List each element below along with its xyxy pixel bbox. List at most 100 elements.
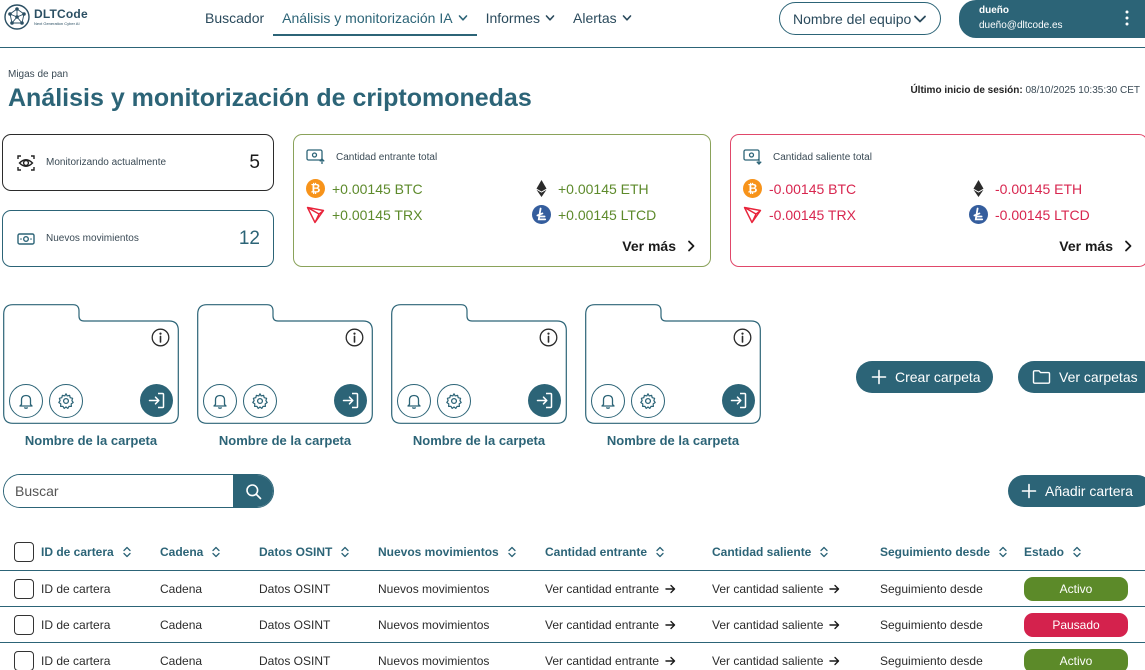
column-header[interactable]: Cadena [160, 533, 221, 570]
sort-icon[interactable] [341, 546, 349, 558]
folder-open-button[interactable] [334, 384, 367, 417]
table-row[interactable]: ID de cartera Cadena Datos OSINT Nuevos mov… [0, 607, 1145, 643]
see-more-label: Ver más [622, 238, 676, 254]
view-outgoing-link[interactable]: Ver cantidad saliente [712, 643, 840, 670]
user-email: dueño@dltcode.es [979, 20, 1063, 31]
outgoing-total-label: Cantidad saliente total [773, 151, 872, 163]
column-header[interactable]: Cantidad entrante [545, 533, 664, 570]
folder-alerts-button[interactable] [397, 384, 431, 418]
create-folder-button[interactable]: Crear carpeta [856, 361, 993, 393]
folder-card[interactable]: Nombre de la carpeta [3, 304, 179, 449]
sort-icon[interactable] [999, 546, 1007, 558]
folder-open-button[interactable] [722, 384, 755, 417]
cell-chain: Cadena [160, 617, 203, 632]
add-wallet-button[interactable]: Añadir cartera [1008, 475, 1145, 507]
cell-movements: Nuevos movimientos [378, 617, 490, 632]
sort-icon[interactable] [1073, 546, 1081, 558]
link-label: Ver cantidad saliente [712, 653, 824, 668]
create-folder-label: Crear carpeta [895, 369, 981, 385]
row-checkbox[interactable] [14, 579, 34, 599]
outgoing-see-more-link[interactable]: Ver más [1059, 238, 1133, 254]
folder-card[interactable]: Nombre de la carpeta [585, 304, 761, 449]
folder-card[interactable]: Nombre de la carpeta [197, 304, 373, 449]
view-folders-button[interactable]: Ver carpetas [1018, 361, 1145, 393]
chevron-down-icon [622, 15, 631, 21]
column-header[interactable]: Nuevos movimientos [378, 533, 516, 570]
row-checkbox[interactable] [14, 615, 34, 635]
link-label: Ver cantidad entrante [545, 653, 660, 668]
dltcode-logo[interactable]: DLTCode Next Generation Cyber AI [3, 3, 88, 31]
outgoing-coin-ethereum: -0.00145 ETH [969, 179, 1082, 198]
column-header[interactable]: Datos OSINT [259, 533, 349, 570]
folder-alerts-button[interactable] [591, 384, 625, 418]
incoming-see-more-link[interactable]: Ver más [622, 238, 696, 254]
nav-item-1[interactable]: Análisis y monitorización IA [273, 0, 477, 36]
view-outgoing-link[interactable]: Ver cantidad saliente [712, 607, 840, 642]
coin-amount: +0.00145 TRX [332, 206, 423, 223]
info-icon[interactable] [539, 328, 558, 347]
status-badge: Activo [1024, 649, 1128, 670]
nav-item-3[interactable]: Alertas [564, 0, 641, 36]
view-incoming-link[interactable]: Ver cantidad entrante [545, 607, 676, 642]
user-name: dueño [979, 5, 1009, 16]
bitcoin-icon: ₿ [743, 179, 762, 198]
outgoing-coin-tron: -0.00145 TRX [743, 205, 856, 224]
column-header[interactable]: Seguimiento desde [880, 533, 1007, 570]
column-header-label: Cadena [160, 544, 204, 559]
column-header[interactable]: Cantidad saliente [712, 533, 829, 570]
incoming-coin-litecoin: +0.00145 LTCD [532, 205, 656, 224]
page-title: Análisis y monitorización de criptomoned… [8, 84, 532, 112]
table-row[interactable]: ID de cartera Cadena Datos OSINT Nuevos mov… [0, 643, 1145, 670]
sort-icon[interactable] [820, 546, 829, 558]
sort-icon[interactable] [212, 546, 221, 558]
folder-name[interactable]: Nombre de la carpeta [391, 433, 567, 448]
search-input[interactable] [4, 475, 233, 507]
view-folders-label: Ver carpetas [1059, 369, 1138, 385]
sort-icon[interactable] [656, 546, 664, 558]
info-icon[interactable] [733, 328, 752, 347]
folder-card[interactable]: Nombre de la carpeta [391, 304, 567, 449]
folder-alerts-button[interactable] [9, 384, 43, 418]
nav-item-2[interactable]: Informes [477, 0, 564, 36]
outgoing-coin-bitcoin: ₿ -0.00145 BTC [743, 179, 856, 198]
sort-icon[interactable] [508, 546, 516, 558]
folder-open-button[interactable] [140, 384, 173, 417]
folder-name[interactable]: Nombre de la carpeta [197, 433, 373, 448]
folder-settings-button[interactable] [49, 384, 83, 418]
bell-icon [407, 394, 421, 409]
view-outgoing-link[interactable]: Ver cantidad saliente [712, 571, 840, 606]
status-badge: Activo [1024, 577, 1128, 601]
view-incoming-link[interactable]: Ver cantidad entrante [545, 643, 676, 670]
table-row[interactable]: ID de cartera Cadena Datos OSINT Nuevos mov… [0, 571, 1145, 607]
view-incoming-link[interactable]: Ver cantidad entrante [545, 571, 676, 606]
team-select[interactable]: Nombre del equipo [779, 2, 941, 35]
info-icon[interactable] [151, 328, 170, 347]
folder-alerts-button[interactable] [203, 384, 237, 418]
row-checkbox[interactable] [14, 651, 34, 670]
incoming-total-card: Cantidad entrante total ₿ +0.00145 BTC +0.… [293, 134, 711, 267]
folder-settings-button[interactable] [631, 384, 665, 418]
main-nav: Buscador Análisis y monitorización IA Info… [196, 0, 641, 36]
more-vertical-icon[interactable] [1125, 10, 1129, 26]
sort-icon[interactable] [123, 546, 131, 558]
column-header[interactable]: ID de cartera [41, 533, 131, 570]
nav-item-0[interactable]: Buscador [196, 0, 273, 36]
eye-scan-icon [17, 154, 35, 171]
column-header[interactable]: Estado [1024, 533, 1081, 570]
folder-settings-button[interactable] [243, 384, 277, 418]
folder-settings-button[interactable] [437, 384, 471, 418]
select-all-checkbox[interactable] [14, 542, 34, 562]
user-menu[interactable]: dueño dueño@dltcode.es [959, 0, 1145, 38]
column-header-label: Cantidad entrante [545, 544, 648, 559]
folder-name[interactable]: Nombre de la carpeta [3, 433, 179, 448]
cell-since: Seguimiento desde [880, 653, 983, 668]
folder-name[interactable]: Nombre de la carpeta [585, 433, 761, 448]
info-icon[interactable] [345, 328, 364, 347]
chevron-right-icon [688, 240, 695, 252]
folder-open-button[interactable] [528, 384, 561, 417]
coin-amount: +0.00145 BTC [332, 180, 423, 197]
arrow-right-icon [665, 656, 676, 665]
breadcrumb[interactable]: Migas de pan [8, 69, 68, 80]
search-button[interactable] [233, 475, 273, 507]
arrow-right-icon [829, 620, 840, 629]
